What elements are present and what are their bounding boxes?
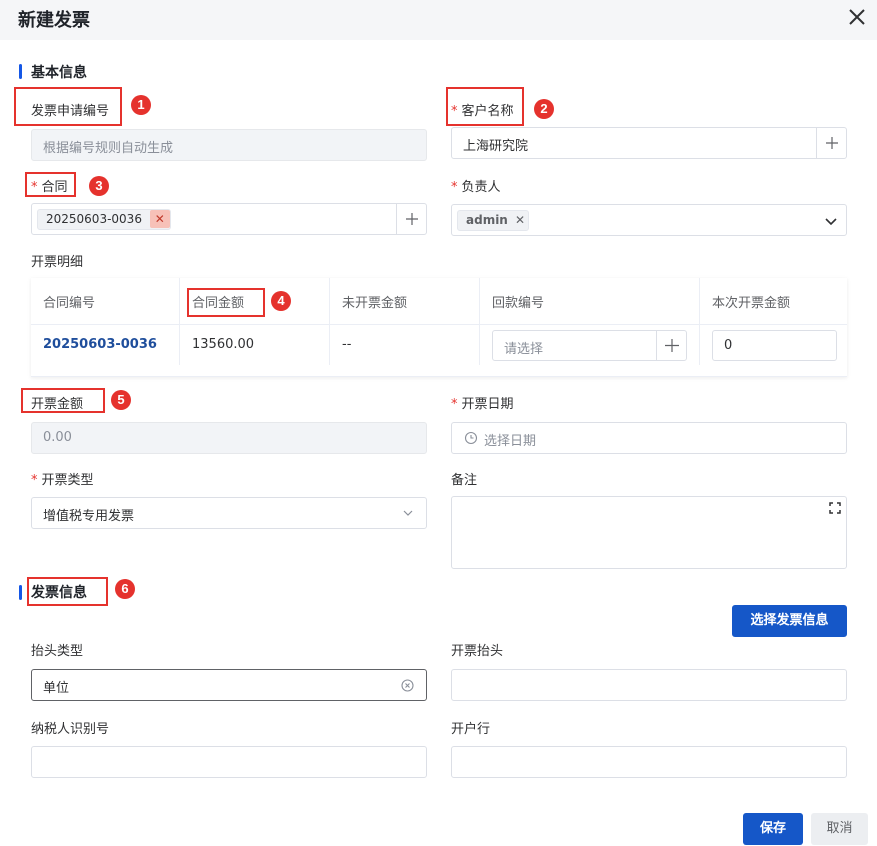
invoice-header-label: 开票抬头 xyxy=(451,644,504,659)
current-amount-cell: 0 xyxy=(700,325,847,365)
payment-cell: 请选择 xyxy=(480,325,700,365)
annotation-badge: 3 xyxy=(89,176,109,196)
type-value: 增值税专用发票 xyxy=(43,509,135,524)
customer-input[interactable]: 上海研究院 xyxy=(451,127,847,159)
invoice-header-input[interactable] xyxy=(451,669,847,701)
contract-select[interactable]: 20250603-0036 ✕ xyxy=(31,203,427,235)
header-type-value: 单位 xyxy=(43,681,70,696)
tax-id-input[interactable] xyxy=(31,746,427,778)
cancel-button[interactable]: 取消 xyxy=(811,813,868,845)
amount-input[interactable]: 0.00 xyxy=(31,422,427,454)
tax-id-label: 纳税人识别号 xyxy=(31,722,110,737)
chevron-down-icon[interactable] xyxy=(402,507,414,519)
type-select[interactable]: 增值税专用发票 xyxy=(31,497,427,529)
section-basic-title: 基本信息 xyxy=(31,65,87,81)
owner-select[interactable]: admin ✕ xyxy=(451,204,847,236)
bank-input[interactable] xyxy=(451,746,847,778)
customer-value: 上海研究院 xyxy=(463,139,529,154)
plus-icon xyxy=(406,213,418,225)
annotation-box xyxy=(21,388,105,413)
current-amount-input[interactable]: 0 xyxy=(712,330,837,361)
annotation-box xyxy=(14,87,122,126)
plus-icon xyxy=(826,137,838,149)
annotation-badge: 1 xyxy=(131,95,151,115)
table-header-cell: 未开票金额 xyxy=(330,278,480,325)
add-customer-button[interactable] xyxy=(816,128,846,158)
uninvoiced-cell: -- xyxy=(330,325,480,365)
annotation-badge: 4 xyxy=(271,291,291,311)
current-amount-value: 0 xyxy=(724,338,733,353)
date-picker[interactable]: 选择日期 xyxy=(451,422,847,454)
date-placeholder: 选择日期 xyxy=(484,434,537,449)
tag-close-icon[interactable]: ✕ xyxy=(149,210,170,228)
contract-tag: 20250603-0036 ✕ xyxy=(37,209,171,230)
dialog-title: 新建发票 xyxy=(18,10,90,31)
remark-label: 备注 xyxy=(451,473,478,488)
amount-value: 0.00 xyxy=(43,430,72,445)
type-label: * 开票类型 xyxy=(31,473,94,488)
dialog-header: 新建发票 xyxy=(0,0,877,40)
add-payment-button[interactable] xyxy=(656,331,686,360)
bank-label: 开户行 xyxy=(451,722,491,737)
contract-amount-cell: 13560.00 xyxy=(180,325,330,365)
header-type-label: 抬头类型 xyxy=(31,644,84,659)
owner-label: * 负责人 xyxy=(451,180,501,195)
table-header-cell: 本次开票金额 xyxy=(700,278,847,325)
table-header-cell: 回款编号 xyxy=(480,278,700,325)
fullscreen-icon[interactable] xyxy=(829,502,841,514)
add-contract-button[interactable] xyxy=(396,204,426,234)
annotation-box xyxy=(187,288,265,317)
clock-icon xyxy=(464,431,478,445)
payment-select[interactable]: 请选择 xyxy=(492,330,687,361)
detail-label: 开票明细 xyxy=(31,255,84,270)
apply-no-placeholder: 根据编号规则自动生成 xyxy=(43,141,174,156)
header-type-select[interactable]: 单位 xyxy=(31,669,427,701)
plus-icon xyxy=(665,339,679,352)
clear-icon[interactable] xyxy=(401,679,414,692)
table-header-cell: 合同编号 xyxy=(31,278,180,325)
payment-placeholder: 请选择 xyxy=(504,342,544,357)
annotation-box xyxy=(446,87,524,126)
date-label: * 开票日期 xyxy=(451,397,514,412)
section-marker xyxy=(19,585,22,600)
apply-no-input[interactable]: 根据编号规则自动生成 xyxy=(31,129,427,161)
invoice-detail-table: 合同编号 合同金额 未开票金额 回款编号 本次开票金额 20250603-003… xyxy=(31,278,847,377)
owner-tag: admin ✕ xyxy=(457,210,530,231)
contract-no-link[interactable]: 20250603-0036 xyxy=(31,325,180,365)
chevron-down-icon[interactable] xyxy=(824,214,838,228)
annotation-badge: 6 xyxy=(115,579,135,599)
annotation-box xyxy=(25,172,76,197)
annotation-box xyxy=(27,577,108,606)
annotation-badge: 2 xyxy=(534,99,554,119)
annotation-badge: 5 xyxy=(111,390,131,410)
close-icon[interactable] xyxy=(845,5,869,29)
save-button[interactable]: 保存 xyxy=(743,813,803,845)
remark-textarea[interactable] xyxy=(451,496,847,569)
tag-close-icon[interactable]: ✕ xyxy=(512,211,528,229)
section-marker xyxy=(19,64,22,79)
select-invoice-info-button[interactable]: 选择发票信息 xyxy=(732,605,847,637)
